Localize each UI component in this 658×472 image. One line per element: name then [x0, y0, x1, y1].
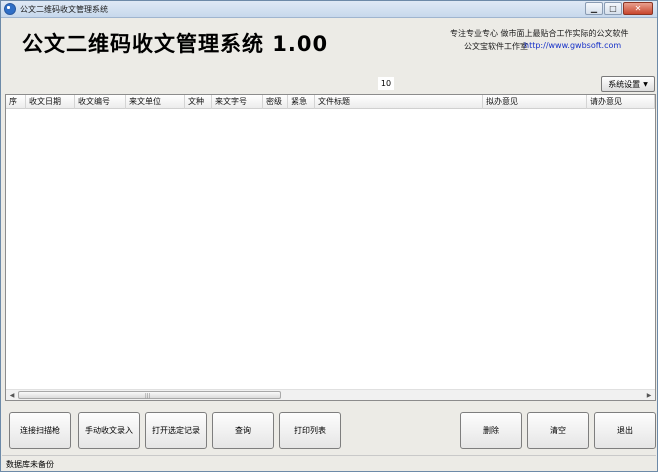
dropdown-caret-icon: ▼: [643, 80, 648, 88]
manual-entry-label: 手动收文录入: [85, 426, 133, 435]
open-selected-label: 打开选定记录: [152, 426, 200, 435]
app-title: 公文二维码收文管理系统 1.00: [22, 32, 329, 56]
column-header[interactable]: 收文编号: [75, 95, 126, 109]
column-header[interactable]: 来文字号: [212, 95, 263, 109]
clear-button[interactable]: 清空: [527, 412, 589, 449]
column-header[interactable]: 序: [6, 95, 26, 109]
header-area: 公文二维码收文管理系统 1.00 专注专业专心 做市面上最贴合工作实际的公文软件…: [2, 19, 656, 93]
close-button[interactable]: ✕: [623, 2, 653, 15]
delete-button[interactable]: 删除: [460, 412, 522, 449]
minimize-icon: ▁: [590, 3, 598, 13]
window-title: 公文二维码收文管理系统: [20, 5, 108, 14]
column-header[interactable]: 拟办意见: [483, 95, 587, 109]
connect-scanner-button[interactable]: 连接扫描枪: [9, 412, 71, 449]
horizontal-scrollbar[interactable]: ◀ ||| ▶: [6, 389, 655, 400]
print-list-label: 打印列表: [294, 426, 326, 435]
column-header[interactable]: 来文单位: [126, 95, 185, 109]
website-link[interactable]: http://www.gwbsoft.com: [524, 41, 621, 50]
system-settings-label: 系统设置: [608, 79, 641, 89]
column-header[interactable]: 请办意见: [587, 95, 655, 109]
status-bar: 数据库未备份: [2, 455, 656, 471]
maximize-icon: □: [609, 3, 617, 13]
query-label: 查询: [235, 426, 251, 435]
list-header: 序 收文日期 收文编号 来文单位 文种 来文字号 密级 紧急 文件标题 拟办意见…: [6, 95, 655, 109]
print-list-button[interactable]: 打印列表: [279, 412, 341, 449]
window-controls: ▁ □ ✕: [584, 2, 653, 15]
column-header[interactable]: 文种: [185, 95, 212, 109]
column-header[interactable]: 收文日期: [26, 95, 75, 109]
exit-label: 退出: [617, 426, 633, 435]
scrollbar-thumb[interactable]: |||: [18, 391, 281, 399]
column-header[interactable]: 文件标题: [315, 95, 483, 109]
open-selected-button[interactable]: 打开选定记录: [145, 412, 207, 449]
status-text: 数据库未备份: [6, 460, 54, 469]
column-header[interactable]: 密级: [263, 95, 288, 109]
slogan-text: 专注专业专心 做市面上最贴合工作实际的公文软件: [450, 29, 629, 38]
document-list[interactable]: 序 收文日期 收文编号 来文单位 文种 来文字号 密级 紧急 文件标题 拟办意见…: [5, 94, 656, 401]
company-name: 公文宝软件工作室: [464, 42, 528, 51]
connect-scanner-label: 连接扫描枪: [20, 426, 60, 435]
scrollbar-grip: |||: [145, 393, 151, 399]
minimize-button[interactable]: ▁: [585, 2, 603, 15]
exit-button[interactable]: 退出: [594, 412, 656, 449]
scroll-left-icon[interactable]: ◀: [7, 391, 17, 400]
scroll-right-icon[interactable]: ▶: [644, 391, 654, 400]
close-icon: ✕: [634, 3, 642, 13]
delete-label: 删除: [483, 426, 499, 435]
app-icon: [4, 3, 16, 15]
main-window: 公文二维码收文管理系统 ▁ □ ✕ 公文二维码收文管理系统 1.00 专注专业专…: [0, 0, 658, 472]
clear-label: 清空: [550, 426, 566, 435]
column-header[interactable]: 紧急: [288, 95, 315, 109]
manual-entry-button[interactable]: 手动收文录入: [78, 412, 140, 449]
system-settings-button[interactable]: 系统设置 ▼: [601, 76, 655, 92]
title-bar[interactable]: 公文二维码收文管理系统 ▁ □ ✕: [1, 1, 657, 18]
record-count-field[interactable]: 10: [378, 77, 394, 90]
maximize-button[interactable]: □: [604, 2, 622, 15]
query-button[interactable]: 查询: [212, 412, 274, 449]
